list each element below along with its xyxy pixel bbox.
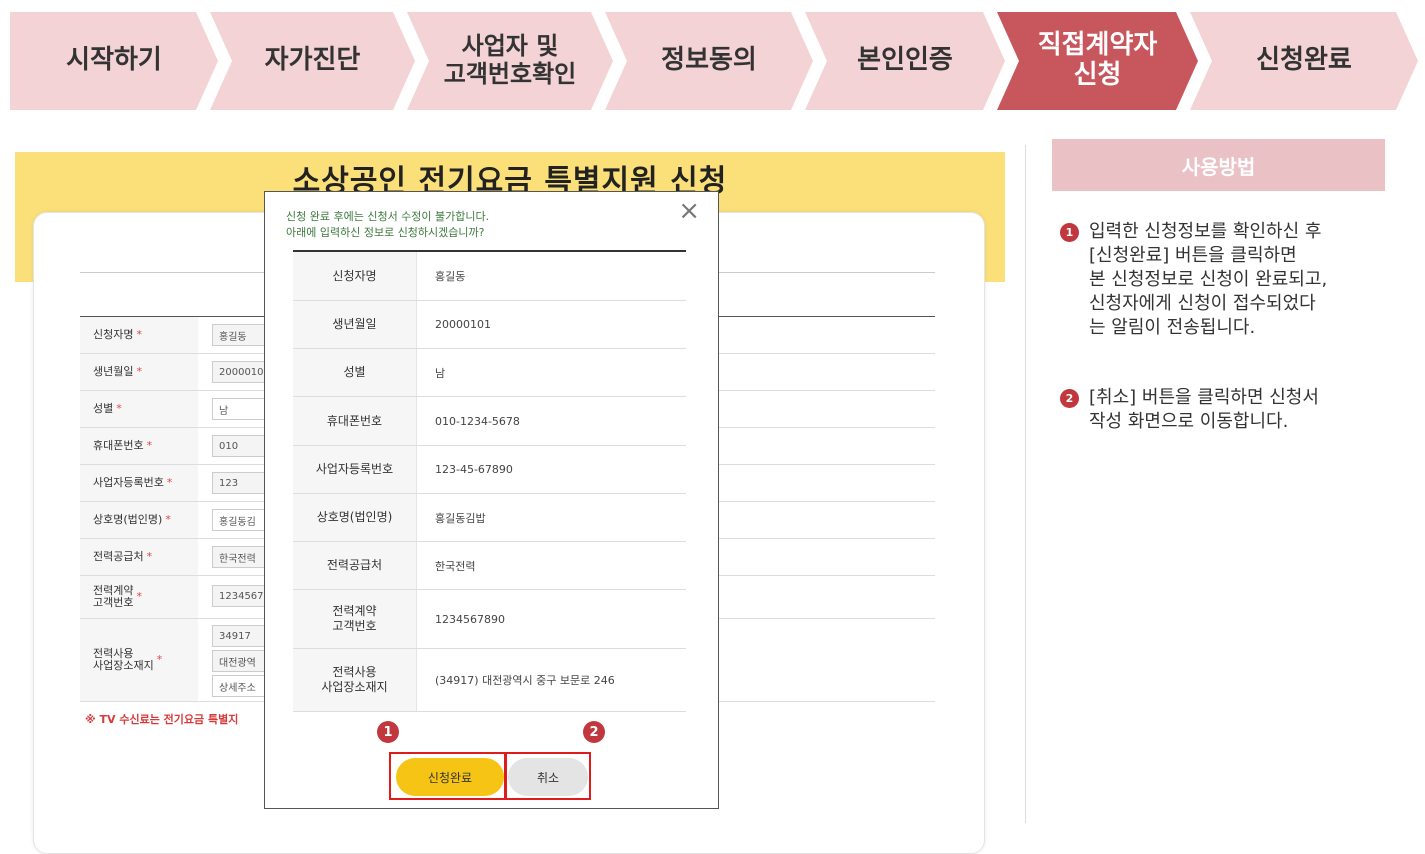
row-value: 홍길동김밥 (416, 494, 686, 541)
row-value: 한국전력 (416, 542, 686, 589)
step-direct-contract-apply: 직접계약자 신청 (997, 12, 1198, 110)
required-mark: * (116, 401, 122, 415)
postcode-input[interactable]: 34917 (212, 625, 272, 647)
row-value: 홍길동 (416, 252, 686, 300)
label-text: 신청자명 (93, 327, 134, 341)
required-mark: * (165, 512, 171, 526)
guide-text: 입력한 신청정보를 확인하신 후 [신청완료] 버튼을 클릭하면 본 신청정보로… (1089, 221, 1328, 338)
required-mark: * (136, 589, 142, 603)
step-label: 자가진단 (264, 45, 361, 76)
label-text: 전력사용 사업장소재지 (93, 646, 154, 672)
step-label: 정보동의 (661, 45, 757, 76)
modal-message: 신청 완료 후에는 신청서 수정이 불가합니다. 아래에 입력하신 정보로 신청… (286, 209, 489, 241)
row-label: 휴대폰번호 (293, 397, 416, 445)
row-label: 전력계약 고객번호 (293, 590, 416, 648)
form-label: 전력사용 사업장소재지 * (80, 619, 198, 701)
step-label: 본인인증 (857, 45, 953, 76)
step-complete: 신청완료 (1190, 12, 1418, 110)
row-label: 전력공급처 (293, 542, 416, 589)
step-business-check: 사업자 및 고객번호확인 (407, 12, 613, 110)
step-consent: 정보동의 (605, 12, 813, 110)
step-marker-badge: 1 (377, 721, 399, 743)
company-name-input[interactable]: 홍길동김 (212, 509, 272, 531)
row-value: 남 (416, 349, 686, 396)
form-label: 전력계약 고객번호 * (80, 576, 198, 618)
highlight-box (505, 752, 591, 800)
row-value: 010-1234-5678 (416, 397, 686, 445)
usage-guide-title: 사용방법 (1052, 139, 1385, 191)
guide-text: [취소] 버튼을 클릭하면 신청서 작성 화면으로 이동합니다. (1089, 387, 1319, 432)
row-label: 성별 (293, 349, 416, 396)
customer-number-input[interactable]: 1234567 (212, 585, 272, 607)
row-label: 신청자명 (293, 252, 416, 300)
label-text: 전력계약 고객번호 (93, 583, 134, 609)
table-row: 상호명(법인명) 홍길동김밥 (293, 494, 686, 542)
label-text: 휴대폰번호 (93, 438, 144, 452)
power-supplier-select[interactable]: 한국전력 (212, 546, 272, 568)
table-row: 성별 남 (293, 349, 686, 397)
required-mark: * (166, 475, 173, 489)
address-detail-input[interactable]: 상세주소 (212, 675, 272, 697)
step-self-diagnosis: 자가진단 (210, 12, 415, 110)
row-value: 1234567890 (416, 590, 686, 648)
panel-divider (1025, 145, 1026, 823)
table-row: 전력사용 사업장소재지 (34917) 대전광역시 중구 보문로 246 (293, 649, 686, 712)
gender-select[interactable]: 남 (212, 398, 272, 420)
progress-stepper: 시작하기 자가진단 사업자 및 고객번호확인 정보동의 본인인증 직접계약자 신… (0, 12, 1425, 110)
label-text: 성별 (93, 401, 114, 415)
row-value: (34917) 대전광역시 중구 보문로 246 (416, 649, 686, 711)
row-label: 상호명(법인명) (293, 494, 416, 541)
highlight-box (389, 752, 506, 800)
step-label: 시작하기 (66, 45, 162, 76)
step-label: 직접계약자 신청 (1037, 30, 1158, 90)
applicant-name-input[interactable]: 홍길동 (212, 324, 272, 346)
form-label: 사업자등록번호 * (80, 465, 198, 501)
required-mark: * (136, 364, 142, 378)
label-text: 전력공급처 (93, 549, 144, 563)
step-number-badge: 1 (1060, 223, 1079, 242)
modal-message-line: 신청 완료 후에는 신청서 수정이 불가합니다. (286, 210, 490, 223)
table-row: 생년월일 20000101 (293, 301, 686, 349)
row-label: 전력사용 사업장소재지 (293, 649, 416, 711)
required-mark: * (146, 438, 153, 452)
business-reg-input[interactable]: 123 (212, 472, 272, 494)
table-row: 전력계약 고객번호 1234567890 (293, 590, 686, 649)
row-label: 사업자등록번호 (293, 446, 416, 493)
form-label: 상호명(법인명) * (80, 502, 198, 538)
form-label: 성별 * (80, 391, 198, 427)
form-label: 생년월일 * (80, 354, 198, 390)
required-mark: * (136, 327, 142, 341)
birthdate-input[interactable]: 2000010 (212, 361, 272, 383)
label-text: 상호명(법인명) (93, 512, 163, 526)
form-label: 신청자명 * (80, 317, 198, 353)
form-label: 전력공급처 * (80, 539, 198, 575)
row-label: 생년월일 (293, 301, 416, 348)
step-number-badge: 2 (1060, 389, 1079, 408)
required-mark: * (156, 652, 163, 666)
label-text: 생년월일 (93, 364, 134, 378)
table-row: 신청자명 홍길동 (293, 252, 686, 301)
phone-input[interactable]: 010 (212, 435, 272, 457)
step-identity-verify: 본인인증 (805, 12, 1005, 110)
required-mark: * (146, 549, 153, 563)
modal-message-line: 아래에 입력하신 정보로 신청하시겠습니까? (286, 226, 485, 239)
summary-table: 신청자명 홍길동 생년월일 20000101 성별 남 휴대폰번호 010-1234-5… (293, 250, 686, 712)
step-start: 시작하기 (10, 12, 218, 110)
address-input[interactable]: 대전광역 (212, 650, 272, 672)
step-label: 사업자 및 고객번호확인 (443, 32, 577, 88)
step-label: 신청완료 (1256, 45, 1352, 76)
banner-edge (983, 252, 1005, 282)
table-row: 전력공급처 한국전력 (293, 542, 686, 590)
table-row: 사업자등록번호 123-45-67890 (293, 446, 686, 494)
close-icon[interactable]: × (678, 198, 700, 224)
row-value: 20000101 (416, 301, 686, 348)
confirm-modal: 신청 완료 후에는 신청서 수정이 불가합니다. 아래에 입력하신 정보로 신청… (264, 191, 719, 809)
step-marker-badge: 2 (583, 721, 605, 743)
table-row: 휴대폰번호 010-1234-5678 (293, 397, 686, 446)
tv-fee-notice: ※ TV 수신료는 전기요금 특별지 (85, 713, 239, 726)
form-label: 휴대폰번호 * (80, 428, 198, 464)
row-value: 123-45-67890 (416, 446, 686, 493)
label-text: 사업자등록번호 (93, 475, 164, 489)
